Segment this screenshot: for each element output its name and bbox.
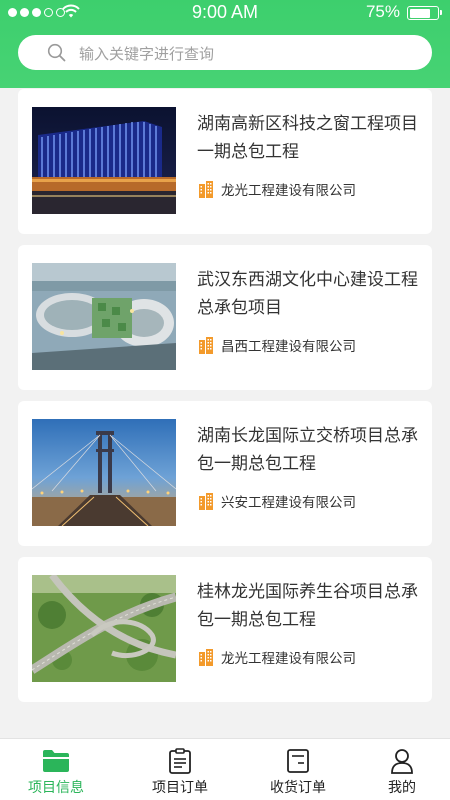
tab-label: 项目订单 <box>152 780 208 796</box>
project-card[interactable]: 湖南高新区科技之窗工程项目一期总包工程 龙光工程建设有限公司 <box>18 89 432 234</box>
company-row: 兴安工程建设有限公司 <box>197 491 356 511</box>
status-bar: 9:00 AM 75% <box>0 0 450 26</box>
header: 9:00 AM 75% 输入关键字进行查询 <box>0 0 450 88</box>
highway-interchange-image <box>32 575 176 682</box>
search-placeholder: 输入关键字进行查询 <box>79 45 215 63</box>
building-icon <box>199 493 213 510</box>
bridge-dusk-image <box>32 419 176 526</box>
building-night-image <box>32 107 176 214</box>
tab-mine[interactable]: 我的 <box>346 739 450 800</box>
project-card[interactable]: 湖南长龙国际立交桥项目总承包一期总包工程 兴安工程建设有限公司 <box>18 401 432 546</box>
building-icon <box>199 337 213 354</box>
project-title[interactable]: 湖南高新区科技之窗工程项目一期总包工程 <box>197 110 419 166</box>
company-name: 龙光工程建设有限公司 <box>221 651 356 667</box>
building-icon <box>199 649 213 666</box>
company-row: 昌西工程建设有限公司 <box>197 335 356 355</box>
user-icon <box>391 749 413 774</box>
project-title[interactable]: 桂林龙光国际养生谷项目总承包一期总包工程 <box>197 578 419 634</box>
building-icon <box>199 181 213 198</box>
tab-label: 收货订单 <box>270 780 326 796</box>
company-row: 龙光工程建设有限公司 <box>197 179 356 199</box>
tab-receipt-orders[interactable]: 收货订单 <box>242 739 354 800</box>
tab-project-info[interactable]: 项目信息 <box>0 739 112 800</box>
folder-icon <box>43 750 69 772</box>
company-name: 昌西工程建设有限公司 <box>221 339 356 355</box>
tab-label: 我的 <box>388 780 416 796</box>
project-card[interactable]: 桂林龙光国际养生谷项目总承包一期总包工程 龙光工程建设有限公司 <box>18 557 432 702</box>
company-name: 龙光工程建设有限公司 <box>221 183 356 199</box>
battery-icon <box>407 6 442 20</box>
bottom-tab-bar: 项目信息 项目订单 收货订单 我的 <box>0 738 450 800</box>
tab-label: 项目信息 <box>28 780 84 796</box>
project-title[interactable]: 湖南长龙国际立交桥项目总承包一期总包工程 <box>197 422 419 478</box>
cultural-center-aerial-image <box>32 263 176 370</box>
search-input[interactable]: 输入关键字进行查询 <box>18 35 432 70</box>
receipt-icon <box>287 749 309 773</box>
battery-percentage: 75% <box>365 2 400 21</box>
project-card[interactable]: 武汉东西湖文化中心建设工程总承包项目 昌西工程建设有限公司 <box>18 245 432 390</box>
search-icon <box>47 43 66 62</box>
company-row: 龙光工程建设有限公司 <box>197 647 356 667</box>
company-name: 兴安工程建设有限公司 <box>221 495 356 511</box>
project-title[interactable]: 武汉东西湖文化中心建设工程总承包项目 <box>197 266 419 322</box>
tab-project-orders[interactable]: 项目订单 <box>124 739 236 800</box>
clipboard-icon <box>169 748 191 774</box>
